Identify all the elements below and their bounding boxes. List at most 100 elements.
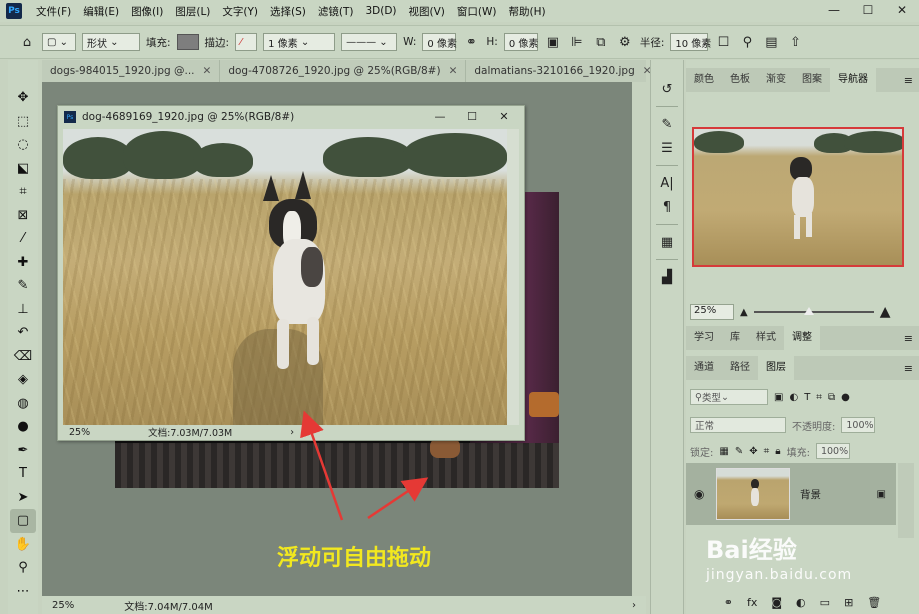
zoom-out-icon[interactable]: ▲ xyxy=(740,307,748,318)
radius-field[interactable]: 10 像素 xyxy=(670,33,711,51)
tab-layers[interactable]: 图层 xyxy=(758,356,794,380)
height-field[interactable]: 0 像素 xyxy=(503,33,538,51)
blend-mode-select[interactable]: 正常 xyxy=(690,417,786,433)
panel-menu-icon[interactable]: ≡ xyxy=(898,68,919,92)
history-icon[interactable]: ↺ xyxy=(655,78,679,100)
more-tools-icon[interactable]: ⋯ xyxy=(10,580,36,604)
tab-dog-4708726[interactable]: dog-4708726_1920.jpg @ 25%(RGB/8#) ✕ xyxy=(220,60,467,82)
tab-dalmatians[interactable]: dalmatians-3210166_1920.jpg ✕ xyxy=(466,60,661,82)
paint-bucket-tool-icon[interactable]: ◈ xyxy=(10,368,36,392)
tab-gradients[interactable]: 渐变 xyxy=(758,68,794,92)
filter-smart-object-icon[interactable]: ⧉ xyxy=(828,392,835,403)
path-select-tool-icon[interactable]: ➤ xyxy=(10,486,36,510)
menu-type[interactable]: 文字(Y) xyxy=(216,4,264,19)
opacity-field[interactable]: 100% xyxy=(841,417,876,433)
stroke-type-select[interactable]: ——— ⌄ xyxy=(341,33,398,51)
menu-image[interactable]: 图像(I) xyxy=(125,4,169,19)
tab-adjustments[interactable]: 调整 xyxy=(784,326,820,350)
tab-styles[interactable]: 样式 xyxy=(748,326,784,350)
link-icon[interactable]: ⚭ xyxy=(462,35,480,50)
paragraph-icon[interactable]: ¶ xyxy=(655,196,679,218)
menu-view[interactable]: 视图(V) xyxy=(403,4,451,19)
tab-patterns[interactable]: 图案 xyxy=(794,68,830,92)
properties-icon[interactable]: ▦ xyxy=(655,231,679,253)
adjustment-layer-icon[interactable]: ◐ xyxy=(796,596,806,609)
pen-tool-icon[interactable]: ✒ xyxy=(10,439,36,463)
shape-mode-select[interactable]: 形状 ⌄ xyxy=(82,33,140,51)
layers-scrollbar[interactable] xyxy=(898,463,914,538)
path-alignment-icon[interactable]: ⊫ xyxy=(568,35,586,50)
brush-settings-icon[interactable]: ✎ xyxy=(655,113,679,135)
menu-layer[interactable]: 图层(L) xyxy=(169,4,216,19)
gear-icon[interactable]: ⚙ xyxy=(616,35,634,50)
stroke-swatch[interactable]: ⁄ xyxy=(235,33,258,51)
crop-tool-icon[interactable]: ⌗ xyxy=(10,180,36,204)
path-arrangement-icon[interactable]: ⧉ xyxy=(592,35,610,50)
maximize-icon[interactable]: ☐ xyxy=(456,107,488,125)
history-brush-tool-icon[interactable]: ↶ xyxy=(10,321,36,345)
lock-image-icon[interactable]: ✎ xyxy=(735,446,743,457)
panel-menu-icon[interactable]: ≡ xyxy=(898,326,919,350)
lock-position-icon[interactable]: ✥ xyxy=(749,446,757,457)
lasso-tool-icon[interactable]: ◌ xyxy=(10,133,36,157)
eraser-tool-icon[interactable]: ⌫ xyxy=(10,345,36,369)
search-icon[interactable]: ⚲ xyxy=(738,35,756,50)
character-icon[interactable]: A| xyxy=(655,172,679,194)
menu-edit[interactable]: 编辑(E) xyxy=(77,4,125,19)
type-tool-icon[interactable]: T xyxy=(10,462,36,486)
layer-kind-select[interactable]: ⚲ 类型 ⌄ xyxy=(690,389,768,405)
floating-window-titlebar[interactable]: Ps dog-4689169_1920.jpg @ 25%(RGB/8#) — … xyxy=(58,106,524,128)
histogram-icon[interactable]: ▟ xyxy=(655,266,679,288)
close-icon[interactable]: ✕ xyxy=(449,60,458,82)
lock-artboard-icon[interactable]: ⌗ xyxy=(764,446,770,457)
delete-layer-icon[interactable]: 🗑︎ xyxy=(867,596,881,609)
tab-learn[interactable]: 学习 xyxy=(686,326,722,350)
menu-help[interactable]: 帮助(H) xyxy=(503,4,552,19)
path-operations-icon[interactable]: ▣ xyxy=(544,35,562,50)
menu-select[interactable]: 选择(S) xyxy=(264,4,312,19)
tab-libraries[interactable]: 库 xyxy=(722,326,748,350)
dodge-tool-icon[interactable]: ● xyxy=(10,415,36,439)
tab-navigator[interactable]: 导航器 xyxy=(830,68,876,92)
zoom-slider-handle[interactable] xyxy=(803,307,814,315)
menu-3d[interactable]: 3D(D) xyxy=(359,5,402,17)
close-icon[interactable]: ✕ xyxy=(488,107,520,125)
navigator-preview[interactable] xyxy=(692,127,904,267)
vertical-scrollbar[interactable] xyxy=(507,129,519,425)
zoom-in-icon[interactable]: ▲ xyxy=(880,304,891,320)
close-icon[interactable]: ✕ xyxy=(203,60,212,82)
share-icon[interactable]: ⇧ xyxy=(786,35,804,50)
close-icon[interactable]: ✕ xyxy=(885,0,919,20)
brush-presets-icon[interactable]: ☰ xyxy=(655,137,679,159)
layer-style-icon[interactable]: fx xyxy=(747,596,757,609)
zoom-tool-icon[interactable]: ⚲ xyxy=(10,556,36,580)
panel-menu-icon[interactable]: ≡ xyxy=(898,356,919,380)
blur-tool-icon[interactable]: ◍ xyxy=(10,392,36,416)
marquee-tool-icon[interactable]: ⬚ xyxy=(10,110,36,134)
lock-transparent-icon[interactable]: ▦ xyxy=(719,446,728,457)
floating-document-window[interactable]: Ps dog-4689169_1920.jpg @ 25%(RGB/8#) — … xyxy=(57,105,525,441)
menu-file[interactable]: 文件(F) xyxy=(30,4,77,19)
clone-stamp-tool-icon[interactable]: ⊥ xyxy=(10,298,36,322)
eyedropper-tool-icon[interactable]: ⁄ xyxy=(10,227,36,251)
layer-row-background[interactable]: ◉ 背景 ▣ xyxy=(686,463,896,525)
minimize-icon[interactable]: — xyxy=(424,107,456,125)
fill-swatch[interactable] xyxy=(176,34,199,50)
chevron-right-icon[interactable]: › xyxy=(632,600,636,611)
navigator-zoom-field[interactable]: 25% xyxy=(690,304,734,320)
stroke-width-field[interactable]: 1 像素 ⌄ xyxy=(263,33,336,51)
healing-brush-tool-icon[interactable]: ✚ xyxy=(10,251,36,275)
home-icon[interactable]: ⌂ xyxy=(18,35,36,50)
align-edges-checkbox[interactable]: ☐ xyxy=(714,35,732,50)
hand-tool-icon[interactable]: ✋ xyxy=(10,533,36,557)
maximize-icon[interactable]: ☐ xyxy=(851,0,885,20)
quick-select-tool-icon[interactable]: ⬕ xyxy=(10,157,36,181)
new-layer-icon[interactable]: ⊞ xyxy=(844,596,853,609)
rectangle-tool-icon[interactable]: ▢ xyxy=(10,509,36,533)
move-tool-icon[interactable]: ✥ xyxy=(10,86,36,110)
link-layers-icon[interactable]: ⚭ xyxy=(724,596,733,609)
fill-field[interactable]: 100% xyxy=(815,443,850,459)
filter-type-icon[interactable]: T xyxy=(804,392,810,403)
chevron-right-icon[interactable]: › xyxy=(290,427,294,438)
lock-all-icon[interactable]: 🔒︎ xyxy=(775,446,780,457)
